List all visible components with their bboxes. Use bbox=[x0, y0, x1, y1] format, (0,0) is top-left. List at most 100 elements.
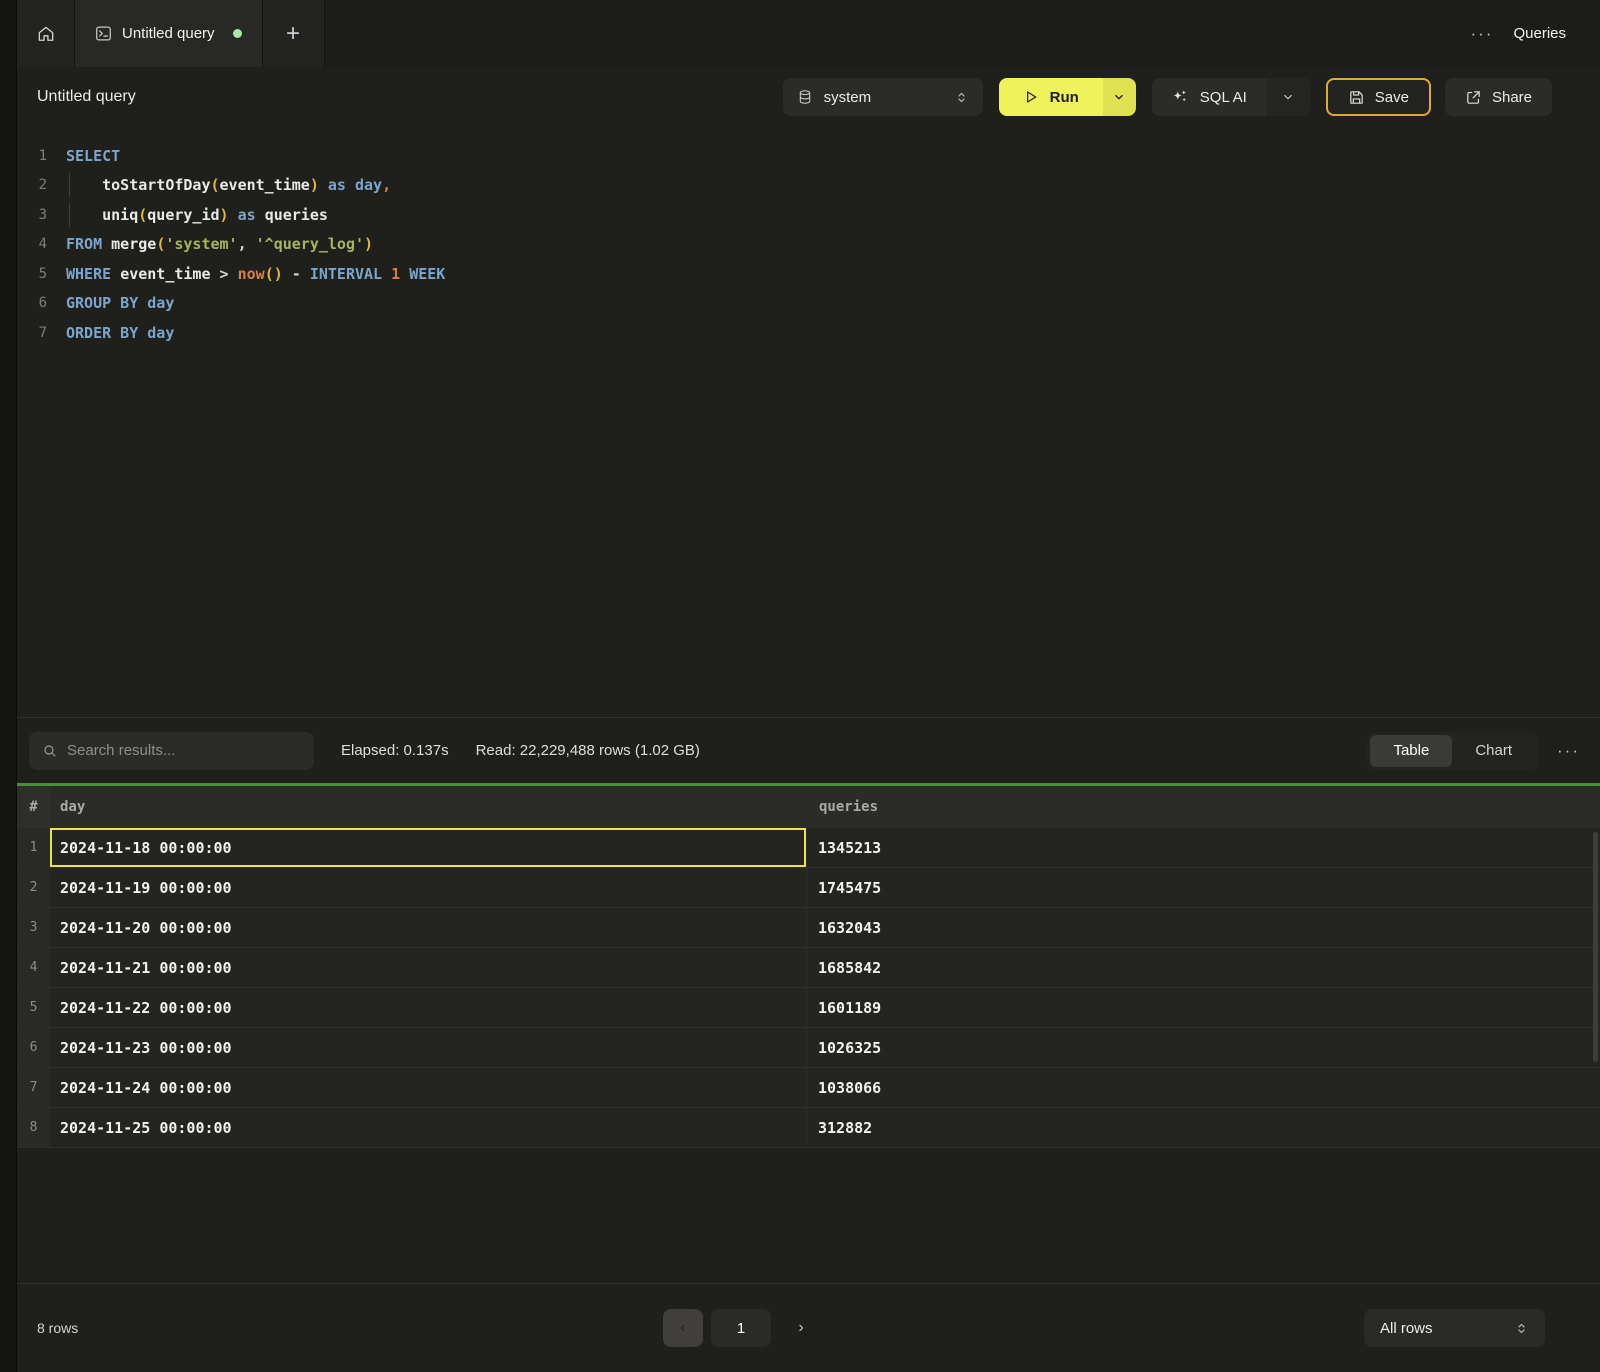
code-text: WHERE event_time > now() - INTERVAL 1 WE… bbox=[66, 265, 445, 283]
results-toolbar: Elapsed: 0.137s Read: 22,229,488 rows (1… bbox=[17, 717, 1600, 783]
code-line: 3 uniq(query_id) as queries bbox=[17, 200, 1600, 230]
cell-queries[interactable]: 1601189 bbox=[807, 988, 1600, 1027]
sparkles-icon bbox=[1171, 88, 1189, 106]
cell-queries[interactable]: 1026325 bbox=[807, 1028, 1600, 1067]
row-index: 7 bbox=[17, 1068, 50, 1107]
tab-title: Untitled query bbox=[122, 25, 215, 42]
code-line: 5 WHERE event_time > now() - INTERVAL 1 W… bbox=[17, 259, 1600, 289]
database-value: system bbox=[824, 89, 872, 106]
table-body: 12024-11-18 00:00:00134521322024-11-19 0… bbox=[17, 828, 1600, 1148]
save-button[interactable]: Save bbox=[1326, 78, 1431, 116]
code-line: 4 FROM merge('system', '^query_log') bbox=[17, 230, 1600, 260]
table-row[interactable]: 32024-11-20 00:00:001632043 bbox=[17, 908, 1600, 948]
cell-day[interactable]: 2024-11-20 00:00:00 bbox=[50, 908, 807, 947]
column-header-day[interactable]: day bbox=[50, 786, 807, 828]
table-row[interactable]: 12024-11-18 00:00:001345213 bbox=[17, 828, 1600, 868]
table-row[interactable]: 82024-11-25 00:00:00312882 bbox=[17, 1108, 1600, 1148]
breadcrumb-ellipsis-icon[interactable]: ··· bbox=[1470, 25, 1493, 42]
new-tab-button[interactable]: + bbox=[263, 0, 325, 67]
results-more-icon[interactable]: ··· bbox=[1557, 741, 1580, 761]
results-table: # day queries 12024-11-18 00:00:00134521… bbox=[17, 786, 1600, 1148]
play-icon bbox=[1023, 89, 1039, 105]
elapsed-stat: Elapsed: 0.137s bbox=[341, 742, 449, 759]
cell-queries[interactable]: 1685842 bbox=[807, 948, 1600, 987]
tabbar-right: ··· Queries bbox=[1470, 0, 1600, 67]
table-row[interactable]: 42024-11-21 00:00:001685842 bbox=[17, 948, 1600, 988]
pagination: ‹ 1 › bbox=[663, 1309, 819, 1347]
run-label: Run bbox=[1050, 89, 1079, 106]
cell-queries[interactable]: 1038066 bbox=[807, 1068, 1600, 1107]
line-number: 4 bbox=[17, 236, 47, 252]
line-number: 5 bbox=[17, 266, 47, 282]
cell-day[interactable]: 2024-11-23 00:00:00 bbox=[50, 1028, 807, 1067]
cell-queries[interactable]: 312882 bbox=[807, 1108, 1600, 1147]
read-stat: Read: 22,229,488 rows (1.02 GB) bbox=[476, 742, 700, 759]
line-number: 1 bbox=[17, 148, 47, 164]
cell-queries[interactable]: 1632043 bbox=[807, 908, 1600, 947]
breadcrumb-queries[interactable]: Queries bbox=[1513, 25, 1566, 42]
row-index: 5 bbox=[17, 988, 50, 1027]
table-row[interactable]: 52024-11-22 00:00:001601189 bbox=[17, 988, 1600, 1028]
tab-chart-view[interactable]: Chart bbox=[1452, 735, 1535, 767]
search-icon bbox=[42, 743, 58, 759]
cell-day[interactable]: 2024-11-21 00:00:00 bbox=[50, 948, 807, 987]
tab-untitled-query[interactable]: Untitled query bbox=[75, 0, 263, 67]
column-header-queries[interactable]: queries bbox=[807, 786, 1600, 828]
prev-page-button[interactable]: ‹ bbox=[663, 1309, 703, 1347]
row-index: 2 bbox=[17, 868, 50, 907]
cell-queries[interactable]: 1745475 bbox=[807, 868, 1600, 907]
code-text: GROUP BY day bbox=[66, 294, 174, 312]
cell-day[interactable]: 2024-11-25 00:00:00 bbox=[50, 1108, 807, 1147]
results-footer: 8 rows ‹ 1 › All rows bbox=[17, 1283, 1600, 1372]
page-size-value: All rows bbox=[1380, 1320, 1433, 1337]
save-icon bbox=[1348, 89, 1365, 106]
sql-ai-options-button[interactable] bbox=[1266, 78, 1311, 116]
code-text: uniq(query_id) as queries bbox=[66, 206, 328, 224]
cell-day[interactable]: 2024-11-22 00:00:00 bbox=[50, 988, 807, 1027]
row-index: 6 bbox=[17, 1028, 50, 1067]
line-number: 6 bbox=[17, 295, 47, 311]
results-empty-area bbox=[17, 1148, 1600, 1283]
page-number-button[interactable]: 1 bbox=[711, 1309, 771, 1347]
main-panel: Untitled query + ··· Queries Untitled qu… bbox=[17, 0, 1600, 1372]
home-button[interactable] bbox=[17, 0, 75, 67]
sql-ai-button[interactable]: SQL AI bbox=[1152, 78, 1266, 116]
selected-cell-day[interactable]: 2024-11-18 00:00:00 bbox=[50, 828, 807, 867]
tab-table-view[interactable]: Table bbox=[1370, 735, 1452, 767]
unsaved-dot-icon bbox=[233, 29, 242, 38]
line-number: 2 bbox=[17, 177, 47, 193]
tab-bar: Untitled query + ··· Queries bbox=[17, 0, 1600, 67]
page-size-selector[interactable]: All rows bbox=[1364, 1309, 1545, 1347]
scrollbar-thumb[interactable] bbox=[1593, 832, 1598, 1062]
cell-queries[interactable]: 1345213 bbox=[807, 828, 1600, 867]
database-icon bbox=[797, 89, 813, 105]
table-row[interactable]: 72024-11-24 00:00:001038066 bbox=[17, 1068, 1600, 1108]
code-text: FROM merge('system', '^query_log') bbox=[66, 235, 373, 253]
run-button[interactable]: Run bbox=[999, 78, 1103, 116]
query-title: Untitled query bbox=[37, 88, 136, 106]
column-header-index[interactable]: # bbox=[17, 786, 50, 828]
table-row[interactable]: 22024-11-19 00:00:001745475 bbox=[17, 868, 1600, 908]
rows-count: 8 rows bbox=[37, 1320, 78, 1336]
row-index: 1 bbox=[17, 828, 50, 867]
chevron-updown-icon bbox=[1514, 1321, 1529, 1336]
database-selector[interactable]: system bbox=[783, 78, 983, 116]
share-button[interactable]: Share bbox=[1445, 78, 1552, 116]
search-results-box[interactable] bbox=[29, 732, 314, 770]
run-options-button[interactable] bbox=[1103, 78, 1136, 116]
code-line: 1SELECT bbox=[17, 141, 1600, 171]
sql-console-window: Untitled query + ··· Queries Untitled qu… bbox=[0, 0, 1600, 1372]
view-toggle: Table Chart bbox=[1367, 732, 1538, 770]
save-label: Save bbox=[1375, 89, 1409, 106]
next-page-button[interactable]: › bbox=[783, 1319, 819, 1337]
search-results-input[interactable] bbox=[67, 742, 301, 759]
sql-editor[interactable]: 1SELECT 2 toStartOfDay(event_time) as day… bbox=[17, 127, 1600, 717]
share-label: Share bbox=[1492, 89, 1532, 106]
code-text: toStartOfDay(event_time) as day, bbox=[66, 176, 391, 194]
table-row[interactable]: 62024-11-23 00:00:001026325 bbox=[17, 1028, 1600, 1068]
chevron-left-icon: ‹ bbox=[680, 1319, 685, 1337]
cell-day[interactable]: 2024-11-19 00:00:00 bbox=[50, 868, 807, 907]
cell-day[interactable]: 2024-11-24 00:00:00 bbox=[50, 1068, 807, 1107]
code-text: ORDER BY day bbox=[66, 324, 174, 342]
chevron-right-icon: › bbox=[798, 1319, 803, 1337]
